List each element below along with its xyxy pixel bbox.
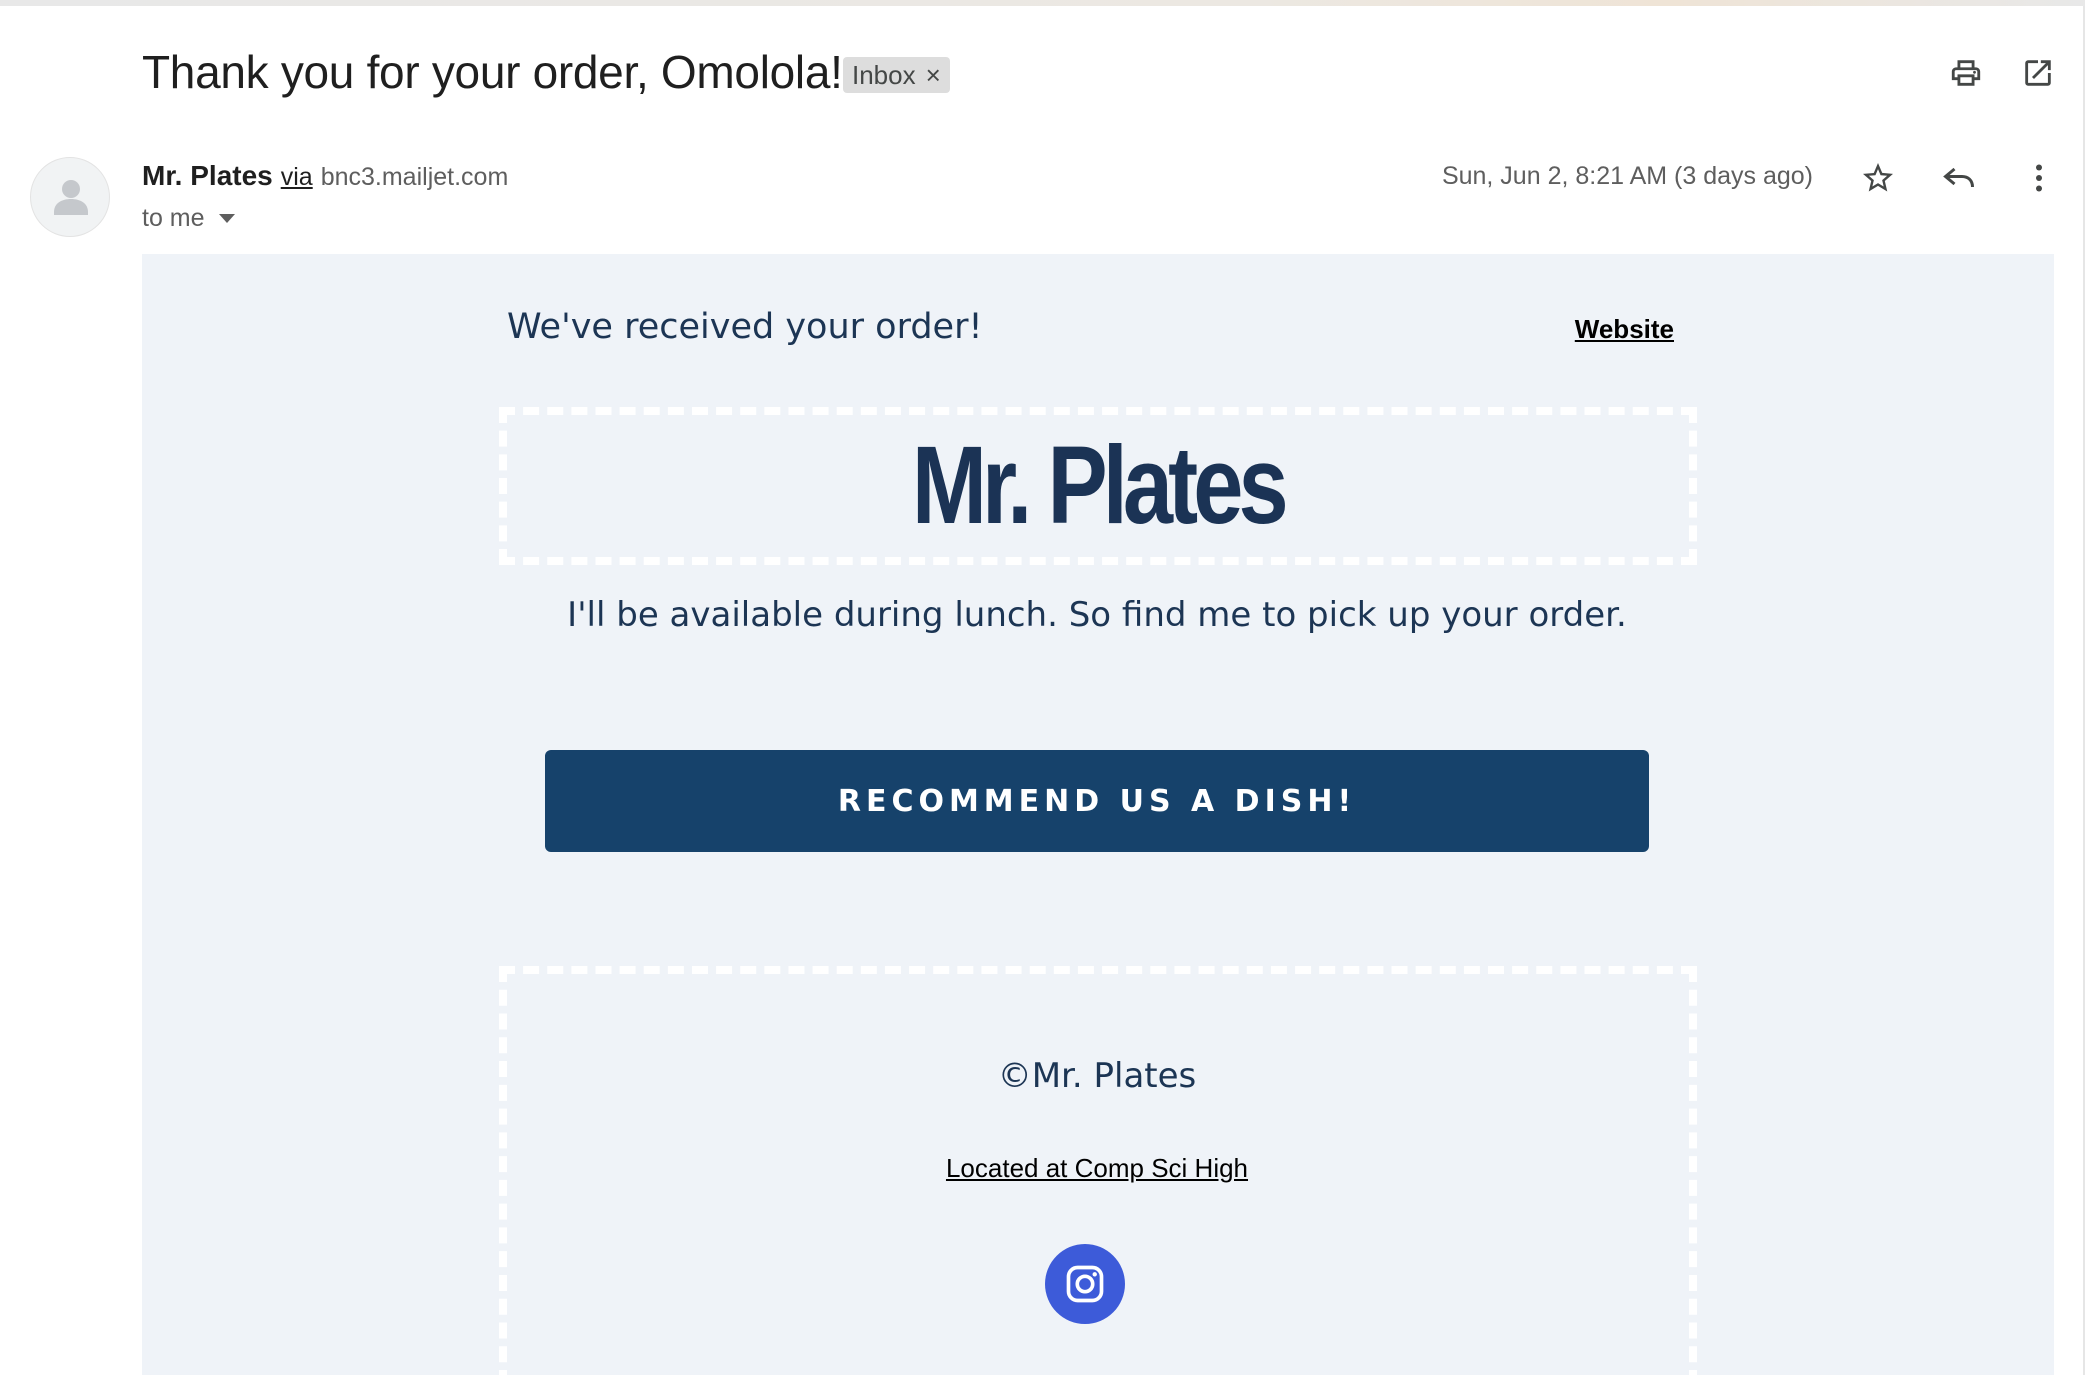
star-icon (1863, 163, 1893, 192)
brand-logo: Mr. Plates (912, 424, 1289, 547)
more-options-button[interactable] (2013, 152, 2065, 204)
via-link[interactable]: via (281, 163, 313, 192)
label-chip-inbox[interactable]: Inbox × (843, 57, 950, 93)
caret-down-icon[interactable] (218, 214, 235, 223)
remove-label-icon[interactable]: × (926, 62, 941, 88)
sender-domain: bnc3.mailjet.com (320, 163, 509, 191)
copyright-text: ©Mr. Plates (997, 1056, 1197, 1096)
default-avatar-icon (54, 180, 88, 215)
instagram-button[interactable] (1045, 1244, 1125, 1324)
availability-text: I'll be available during lunch. So find … (567, 595, 1627, 635)
recipient-details-toggle[interactable]: to me (142, 204, 235, 233)
reply-button[interactable] (1933, 152, 1985, 204)
sender-line: Mr. Plates via bnc3.mailjet.com (142, 160, 508, 192)
location-line: Located at Comp Sci High (497, 1153, 1697, 1184)
instagram-icon (1066, 1265, 1104, 1303)
logo-box: Mr. Plates (499, 407, 1697, 565)
reply-icon (1943, 167, 1974, 188)
recipient-label: to me (142, 204, 205, 232)
label-chip-text: Inbox (852, 59, 916, 90)
print-button[interactable] (1940, 47, 1992, 99)
email-content-column: We've received your order! Website Mr. P… (497, 254, 1697, 1386)
sender-avatar[interactable] (30, 157, 110, 237)
print-icon (1951, 60, 1981, 86)
email-date: Sun, Jun 2, 8:21 AM (3 days ago) (1441, 162, 1813, 190)
email-message-body: We've received your order! Website Mr. P… (142, 254, 2054, 1386)
open-in-new-window-icon (2025, 60, 2051, 86)
open-new-window-button[interactable] (2012, 47, 2064, 99)
more-vertical-icon (2036, 164, 2042, 192)
email-subject: Thank you for your order, Omolola! (142, 46, 843, 98)
location-link[interactable]: Located at Comp Sci High (946, 1153, 1248, 1183)
received-heading: We've received your order! (507, 307, 983, 347)
recommend-dish-button[interactable]: RECOMMEND US A DISH! (545, 750, 1649, 852)
star-button[interactable] (1852, 152, 1904, 204)
sender-name[interactable]: Mr. Plates (142, 160, 273, 192)
website-link[interactable]: Website (1575, 314, 1674, 345)
